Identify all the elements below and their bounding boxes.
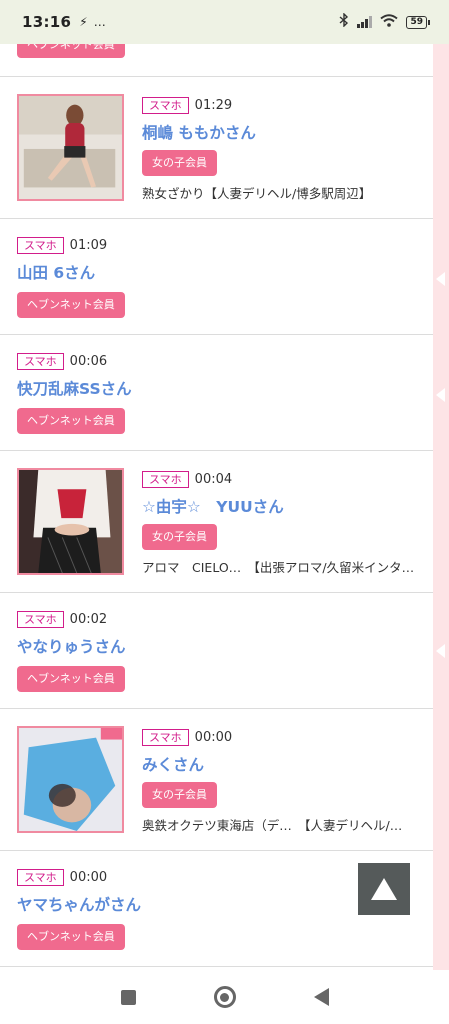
access-time: 00:04: [194, 471, 233, 487]
member-type-badge: 女の子会員: [142, 782, 217, 808]
bolt-icon: ⚡: [79, 15, 88, 29]
member-type-badge: 女の子会員: [142, 524, 217, 550]
side-arrow-icon[interactable]: [436, 388, 445, 402]
battery-icon: 59: [406, 15, 430, 29]
shop-name-link[interactable]: アロマ CIELO… 【出張アロマ/久留米インタ…: [142, 557, 432, 576]
member-type-badge: ヘブンネット会員: [17, 44, 125, 58]
member-list-view[interactable]: ヘブンネット会員 スマホ 01:29 桐嶋 ももかさん 女の子会員 熟女ざかり【…: [0, 44, 449, 970]
list-item[interactable]: ヘブンネット会員: [0, 44, 433, 77]
scroll-top-button[interactable]: [358, 863, 410, 915]
member-type-badge: ヘブンネット会員: [17, 666, 125, 692]
side-arrow-icon[interactable]: [436, 644, 445, 658]
device-tag: スマホ: [142, 96, 189, 114]
device-tag: スマホ: [142, 728, 189, 746]
member-name-link[interactable]: 快刀乱麻SSさん: [17, 377, 132, 399]
system-nav-bar: [0, 970, 449, 1024]
list-item[interactable]: スマホ 00:04 ☆由宇☆ YUUさん 女の子会員 アロマ CIELO… 【出…: [0, 451, 433, 593]
member-type-badge: ヘブンネット会員: [17, 924, 125, 950]
nav-back-icon[interactable]: [313, 988, 329, 1006]
side-arrow-icon[interactable]: [436, 272, 445, 286]
shop-name-link[interactable]: 奥鉄オクテツ東海店（デ… 【人妻デリヘル/…: [142, 815, 432, 834]
list-item[interactable]: スマホ 00:06 快刀乱麻SSさん ヘブンネット会員: [0, 335, 433, 451]
signal-icon: [357, 16, 373, 28]
access-time: 00:00: [69, 869, 108, 885]
profile-photo[interactable]: [17, 468, 124, 575]
member-type-badge: ヘブンネット会員: [17, 408, 125, 434]
access-time: 00:02: [69, 611, 108, 627]
more-notifications-icon: …: [93, 15, 106, 29]
list-item[interactable]: スマホ 00:00 みくさん 女の子会員 奥鉄オクテツ東海店（デ… 【人妻デリヘ…: [0, 709, 433, 851]
bluetooth-icon: [339, 12, 349, 31]
member-name-link[interactable]: ヤマちゃんがさん: [17, 893, 141, 915]
access-time: 00:06: [69, 353, 108, 369]
access-time: 01:29: [194, 97, 233, 113]
list-item[interactable]: スマホ 01:09 山田 6さん ヘブンネット会員: [0, 219, 433, 335]
status-bar: 13:16 ⚡ … 59: [0, 0, 449, 44]
list-item[interactable]: スマホ 00:02 やなりゅうさん ヘブンネット会員: [0, 593, 433, 709]
profile-photo[interactable]: [17, 94, 124, 201]
wifi-icon: [380, 13, 399, 31]
member-type-badge: ヘブンネット会員: [17, 292, 125, 318]
device-tag: スマホ: [17, 868, 64, 886]
status-time: 13:16: [22, 13, 72, 31]
member-name-link[interactable]: ☆由宇☆ YUUさん: [142, 495, 432, 517]
shop-name-link[interactable]: 熟女ざかり【人妻デリヘル/博多駅周辺】: [142, 183, 432, 202]
nav-recents-icon[interactable]: [120, 989, 136, 1005]
profile-photo[interactable]: [17, 726, 124, 833]
device-tag: スマホ: [142, 470, 189, 488]
side-tab-strip[interactable]: [433, 44, 449, 970]
list-item[interactable]: スマホ 01:29 桐嶋 ももかさん 女の子会員 熟女ざかり【人妻デリヘル/博多…: [0, 77, 433, 219]
access-time: 01:09: [69, 237, 108, 253]
device-tag: スマホ: [17, 352, 64, 370]
nav-home-icon[interactable]: [213, 986, 236, 1008]
member-name-link[interactable]: やなりゅうさん: [17, 635, 126, 657]
device-tag: スマホ: [17, 236, 64, 254]
member-name-link[interactable]: 山田 6さん: [17, 261, 125, 283]
member-name-link[interactable]: みくさん: [142, 753, 432, 775]
access-time: 00:00: [194, 729, 233, 745]
access-list: ヘブンネット会員 スマホ 01:29 桐嶋 ももかさん 女の子会員 熟女ざかり【…: [0, 44, 433, 967]
member-type-badge: 女の子会員: [142, 150, 217, 176]
member-name-link[interactable]: 桐嶋 ももかさん: [142, 121, 432, 143]
device-tag: スマホ: [17, 610, 64, 628]
